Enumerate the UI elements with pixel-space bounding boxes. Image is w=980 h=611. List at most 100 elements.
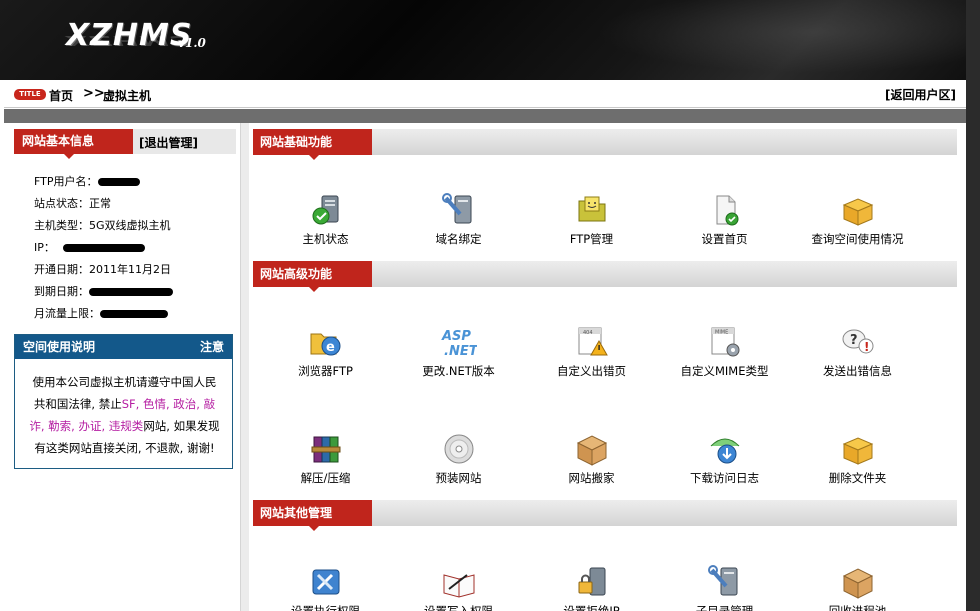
redacted-value bbox=[100, 310, 168, 318]
set-write-permission-item[interactable]: 设置写入权限 bbox=[392, 565, 525, 611]
notice-line: 有这类网站直接关闭, 不退款, 谢谢! bbox=[34, 441, 215, 455]
item-label: FTP管理 bbox=[569, 232, 614, 246]
info-value: 正常 bbox=[89, 197, 111, 210]
set-homepage-item[interactable]: 设置首页 bbox=[658, 193, 791, 247]
separator-bar bbox=[4, 109, 966, 123]
item-label: 设置执行权限 bbox=[291, 604, 360, 611]
page-mime-gear-icon: MIME bbox=[711, 327, 739, 357]
section-basic-title: 网站基础功能 bbox=[253, 129, 372, 160]
logo-reflection: XZHMS bbox=[66, 32, 193, 48]
ftp-management-item[interactable]: FTP管理 bbox=[525, 193, 658, 247]
item-label: 下载访问日志 bbox=[690, 471, 759, 485]
notice-text: 共和国法律, 禁止 bbox=[33, 397, 122, 411]
notice-text: 网站, 如果发现 bbox=[143, 419, 220, 433]
notice-line: 诈, 勒索, 办证, 违规类网站, 如果发现 bbox=[27, 415, 222, 437]
back-to-user-area-link[interactable]: [返回用户区] bbox=[885, 86, 956, 103]
info-row-open-date: 开通日期：2011年11月2日 bbox=[34, 259, 173, 281]
item-label: 主机状态 bbox=[302, 232, 349, 246]
usage-notice: 空间使用说明 注意 使用本公司虚拟主机请遵守中国人民 共和国法律, 禁止SF, … bbox=[14, 334, 233, 469]
recycle-app-pool-item[interactable]: 回收进程池 bbox=[791, 565, 924, 611]
extract-compress-item[interactable]: 解压/压缩 bbox=[259, 432, 392, 486]
info-label: 主机类型： bbox=[34, 219, 89, 232]
info-label: FTP用户名： bbox=[34, 175, 98, 188]
item-label: 设置首页 bbox=[701, 232, 748, 246]
book-pen-icon bbox=[443, 574, 474, 598]
usage-notice-tag: 注意 bbox=[199, 340, 224, 354]
title-badge: TITLE bbox=[14, 89, 46, 100]
custom-mime-type-item[interactable]: MIME 自定义MIME类型 bbox=[658, 325, 791, 379]
site-info-header: 网站基本信息 [退出管理] bbox=[14, 129, 236, 159]
info-label: 到期日期： bbox=[34, 285, 89, 298]
usage-notice-title: 空间使用说明 bbox=[23, 340, 96, 354]
notice-line: 共和国法律, 禁止SF, 色情, 政治, 敲 bbox=[27, 393, 222, 415]
site-info-list: FTP用户名： 站点状态：正常 主机类型：5G双线虚拟主机 IP： 开通日期：2… bbox=[34, 171, 173, 325]
sidebar: 网站基本信息 [退出管理] FTP用户名： 站点状态：正常 主机类型：5G双线虚… bbox=[4, 123, 241, 611]
top-banner: XZHMS XZHMS v1.0 bbox=[0, 0, 980, 80]
svg-text:ASP: ASP bbox=[441, 329, 471, 344]
breadcrumb-home-link[interactable]: 首页 bbox=[49, 87, 73, 104]
info-label: 站点状态： bbox=[34, 197, 89, 210]
redacted-value bbox=[89, 288, 173, 296]
svg-text:e: e bbox=[326, 340, 335, 355]
document-check-icon bbox=[716, 195, 738, 226]
browser-ftp-item[interactable]: e 浏览器FTP bbox=[259, 325, 392, 379]
info-label: IP： bbox=[34, 241, 55, 254]
item-label: 解压/压缩 bbox=[300, 471, 351, 485]
notice-highlight: SF, 色情, 政治, 敲 bbox=[121, 397, 216, 411]
banner-decoration bbox=[560, 0, 980, 80]
item-label: 自定义出错页 bbox=[557, 364, 626, 378]
usage-notice-header: 空间使用说明 注意 bbox=[15, 335, 232, 359]
delete-folder-item[interactable]: 删除文件夹 bbox=[791, 432, 924, 486]
server-lock-icon bbox=[578, 567, 605, 596]
send-error-info-item[interactable]: ? ! 发送出错信息 bbox=[791, 325, 924, 379]
page-404-warning-icon: 404 bbox=[578, 327, 608, 356]
main-content: 网站基础功能 主机状态 域名绑定 FTP管理 设置首页 查询空间使用情况 网站高… bbox=[249, 123, 966, 611]
query-space-usage-item[interactable]: 查询空间使用情况 bbox=[791, 193, 924, 247]
open-box-icon bbox=[842, 437, 873, 465]
info-label: 月流量上限： bbox=[34, 307, 100, 320]
item-label: 发送出错信息 bbox=[823, 364, 892, 378]
host-status-item[interactable]: 主机状态 bbox=[259, 193, 392, 247]
server-check-icon bbox=[312, 195, 338, 225]
section-basic-header: 网站基础功能 bbox=[253, 129, 957, 160]
item-label: 查询空间使用情况 bbox=[811, 232, 904, 246]
redacted-value bbox=[97, 178, 140, 186]
logout-link[interactable]: [退出管理] bbox=[139, 134, 198, 151]
archive-books-icon bbox=[311, 436, 340, 463]
info-row-traffic-limit: 月流量上限： bbox=[34, 303, 173, 325]
info-row-expire-date: 到期日期： bbox=[34, 281, 173, 303]
breadcrumb-separator: >> bbox=[83, 86, 105, 101]
question-alert-icon: ? ! bbox=[842, 329, 873, 354]
info-label: 开通日期： bbox=[34, 263, 89, 276]
notice-line: 使用本公司虚拟主机请遵守中国人民 bbox=[32, 375, 217, 389]
folder-smile-icon bbox=[578, 196, 605, 222]
subdirectory-management-item[interactable]: 子目录管理 bbox=[658, 565, 791, 611]
download-arrow-icon bbox=[710, 438, 739, 464]
item-label: 自定义MIME类型 bbox=[680, 364, 769, 378]
asp-net-icon: ASP .NET bbox=[441, 329, 477, 359]
change-net-version-item[interactable]: ASP .NET 更改.NET版本 bbox=[392, 325, 525, 379]
server-wrench-icon bbox=[707, 565, 737, 596]
svg-text:404: 404 bbox=[583, 330, 593, 336]
preinstall-site-item[interactable]: 预装网站 bbox=[392, 432, 525, 486]
section-advanced-header: 网站高级功能 bbox=[253, 261, 957, 292]
custom-error-page-item[interactable]: 404 自定义出错页 bbox=[525, 325, 658, 379]
svg-text:MIME: MIME bbox=[715, 330, 728, 336]
app-version: v1.0 bbox=[178, 36, 206, 50]
item-label: 子目录管理 bbox=[695, 604, 754, 611]
domain-binding-item[interactable]: 域名绑定 bbox=[392, 193, 525, 247]
section-advanced-title: 网站高级功能 bbox=[253, 261, 372, 292]
item-label: 域名绑定 bbox=[435, 232, 482, 246]
section-other-title: 网站其他管理 bbox=[253, 500, 372, 531]
item-label: 网站搬家 bbox=[568, 471, 615, 485]
usage-notice-body: 使用本公司虚拟主机请遵守中国人民 共和国法律, 禁止SF, 色情, 政治, 敲 … bbox=[15, 359, 232, 459]
download-access-log-item[interactable]: 下载访问日志 bbox=[658, 432, 791, 486]
section-other-header: 网站其他管理 bbox=[253, 500, 957, 531]
open-box-icon bbox=[842, 198, 873, 226]
gutter bbox=[241, 123, 249, 611]
set-deny-ip-item[interactable]: 设置拒绝IP bbox=[525, 565, 658, 611]
info-row-ip: IP： bbox=[34, 237, 173, 259]
site-move-item[interactable]: 网站搬家 bbox=[525, 432, 658, 486]
cardboard-box-icon bbox=[842, 568, 873, 599]
set-exec-permission-item[interactable]: 设置执行权限 bbox=[259, 565, 392, 611]
